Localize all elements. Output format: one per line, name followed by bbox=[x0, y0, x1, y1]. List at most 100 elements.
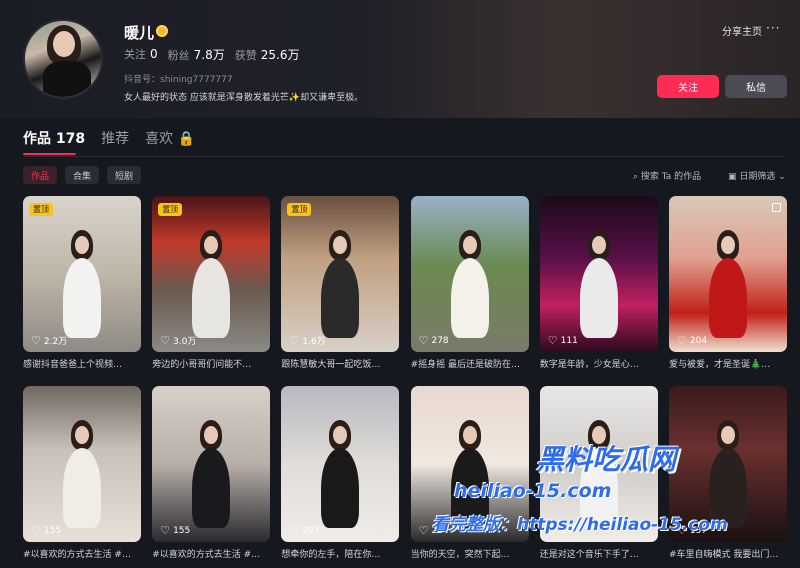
video-card[interactable]: ♡ 278 #摇身摇 最后还是破防在… bbox=[410, 196, 529, 370]
video-title[interactable]: 跟陈慧敏大哥一起吃饭… bbox=[281, 357, 399, 370]
like-count: 204 bbox=[689, 335, 708, 346]
video-thumbnail[interactable]: ♡ 278 bbox=[410, 196, 529, 352]
thumbnail-figure-body bbox=[63, 448, 101, 528]
heart-icon: ♡ bbox=[289, 524, 300, 537]
search-works-button[interactable]: ⌕ 搜索 Ta 的作品 bbox=[633, 169, 701, 182]
like-count: 207 bbox=[302, 525, 320, 536]
likes-label: 获赞 bbox=[234, 49, 257, 62]
like-count: 278 bbox=[431, 335, 449, 346]
video-card[interactable]: ♡ 155 #以喜欢的方式去生活 #… bbox=[152, 386, 271, 560]
avatar[interactable] bbox=[23, 19, 103, 99]
video-title[interactable]: #摇身摇 最后还是破防在… bbox=[411, 357, 529, 370]
like-count: 155 bbox=[173, 525, 191, 536]
thumbnail-figure-face bbox=[721, 236, 735, 254]
profile-bio: 女人最好的状态 应该就是浑身散发着光芒✨却又谦卑至极。 bbox=[124, 93, 364, 103]
video-likes: ♡ 155 bbox=[31, 524, 61, 537]
tab-recommend[interactable]: 推荐 bbox=[101, 128, 129, 148]
thumbnail-figure-face bbox=[591, 426, 606, 444]
video-title[interactable]: #车里自嗨模式 我要出门… bbox=[669, 547, 787, 560]
video-likes: ♡ 111 bbox=[548, 334, 578, 347]
like-count: 155 bbox=[43, 525, 62, 536]
likes-stat: 获赞 25.6万 bbox=[235, 46, 300, 63]
heart-icon: ♡ bbox=[418, 334, 429, 347]
video-card[interactable]: 置顶 ♡ 3.0万旁边的小哥哥们问能不… bbox=[152, 196, 271, 370]
thumbnail-figure-body bbox=[450, 448, 489, 528]
video-thumbnail[interactable]: ♡ 155 bbox=[152, 386, 271, 542]
video-card[interactable]: ♡ 137 #车里自嗨模式 我要出门… bbox=[669, 386, 787, 560]
video-likes: ♡ 137 bbox=[677, 524, 707, 537]
divider bbox=[23, 156, 785, 157]
heart-icon: ♡ bbox=[418, 524, 429, 537]
video-title[interactable]: 数字是年龄，少女是心… bbox=[540, 357, 658, 370]
video-title[interactable]: 当你的天空，突然下起… bbox=[411, 547, 529, 560]
heart-icon: ♡ bbox=[31, 334, 41, 347]
thumbnail-figure-face bbox=[75, 426, 89, 444]
followers-label: 粉丝 bbox=[167, 49, 190, 62]
video-card[interactable]: ♡ 22 当你的天空，突然下起… bbox=[410, 386, 529, 560]
video-likes: ♡ 155 bbox=[160, 524, 190, 537]
thumbnail-figure-body bbox=[192, 258, 231, 338]
video-card[interactable]: ♡ 207 想牵你的左手，陪在你… bbox=[281, 386, 400, 560]
thumbnail-figure-face bbox=[591, 236, 606, 254]
video-likes: ♡ 278 bbox=[419, 334, 449, 347]
following-value: 0 bbox=[150, 47, 158, 61]
chip-short-dramas[interactable]: 短剧 bbox=[107, 166, 142, 184]
video-title[interactable]: 感谢抖音爸爸上个视频… bbox=[23, 357, 141, 370]
video-title[interactable]: #以喜欢的方式去生活 #… bbox=[23, 547, 141, 560]
video-card[interactable]: 置顶 ♡ 2.2万 感谢抖音爸爸上个视频… bbox=[23, 196, 141, 370]
message-button[interactable]: 私信 bbox=[725, 75, 787, 98]
profile-stats: 关注 0 粉丝 7.8万 获赞 25.6万 bbox=[124, 46, 299, 63]
thumbnail-figure-body bbox=[321, 448, 360, 528]
video-title[interactable]: 还是对这个音乐下手了… bbox=[540, 547, 658, 560]
filter-chips: 作品 合集 短剧 bbox=[23, 166, 142, 184]
search-label: 搜索 Ta 的作品 bbox=[640, 172, 702, 182]
video-title[interactable]: 想牵你的左手，陪在你… bbox=[281, 547, 399, 560]
video-card[interactable]: ♡ 194 还是对这个音乐下手了… bbox=[539, 386, 658, 560]
video-thumbnail[interactable]: ♡ 22 bbox=[410, 386, 529, 542]
more-options-button[interactable]: ··· bbox=[766, 21, 780, 35]
video-likes: ♡ 22 bbox=[419, 524, 443, 537]
followers-stat[interactable]: 粉丝 7.8万 bbox=[168, 46, 225, 63]
video-thumbnail[interactable]: 置顶 ♡ 3.0万 bbox=[152, 196, 271, 352]
video-card[interactable]: ♡ 204 爱与被爱，才是圣诞🎄… bbox=[669, 196, 787, 370]
thumbnail-figure-body bbox=[579, 448, 618, 528]
follow-button[interactable]: 关注 bbox=[657, 75, 719, 98]
tab-works[interactable]: 作品 178 bbox=[23, 128, 85, 148]
heart-icon: ♡ bbox=[677, 334, 687, 347]
video-card[interactable]: ♡ 111 数字是年龄，少女是心… bbox=[539, 196, 658, 370]
video-thumbnail[interactable]: 置顶 ♡ 1.6万 bbox=[281, 196, 400, 352]
pinned-badge: 置顶 bbox=[287, 203, 312, 216]
following-label: 关注 bbox=[124, 48, 146, 61]
chip-collections[interactable]: 合集 bbox=[65, 166, 100, 184]
profile-name: 暖儿 bbox=[124, 24, 155, 42]
date-filter-button[interactable]: ▣ 日期筛选 ⌄ bbox=[728, 169, 786, 182]
tab-likes[interactable]: 喜欢 🔒 bbox=[145, 128, 195, 148]
video-thumbnail[interactable]: ♡ 137 bbox=[669, 386, 787, 542]
pinned-badge: 置顶 bbox=[29, 203, 53, 216]
video-title[interactable]: #以喜欢的方式去生活 #… bbox=[152, 547, 270, 560]
following-stat[interactable]: 关注 0 bbox=[124, 46, 158, 63]
thumbnail-figure-body bbox=[709, 258, 747, 338]
thumbnail-figure-face bbox=[75, 236, 89, 254]
video-title[interactable]: 爱与被爱，才是圣诞🎄… bbox=[669, 357, 787, 370]
search-icon: ⌕ bbox=[633, 172, 641, 182]
thumbnail-figure-body bbox=[709, 448, 747, 528]
video-thumbnail[interactable]: ♡ 194 bbox=[539, 386, 658, 542]
pinned-badge: 置顶 bbox=[158, 203, 183, 216]
video-thumbnail[interactable]: 置顶 ♡ 2.2万 bbox=[23, 196, 141, 352]
video-card[interactable]: 置顶 ♡ 1.6万跟陈慧敏大哥一起吃饭… bbox=[281, 196, 400, 370]
video-thumbnail[interactable]: ♡ 155 bbox=[23, 386, 141, 542]
share-button[interactable]: 分享主页 bbox=[722, 23, 762, 38]
like-count: 111 bbox=[560, 335, 578, 346]
heart-icon: ♡ bbox=[547, 334, 558, 347]
thumbnail-figure-body bbox=[579, 258, 618, 338]
video-thumbnail[interactable]: ♡ 111 bbox=[539, 196, 658, 352]
video-thumbnail[interactable]: ♡ 204 bbox=[669, 196, 787, 352]
video-title[interactable]: 旁边的小哥哥们问能不… bbox=[152, 357, 270, 370]
chip-works[interactable]: 作品 bbox=[23, 166, 58, 184]
video-card[interactable]: ♡ 155 #以喜欢的方式去生活 #… bbox=[23, 386, 141, 560]
like-count: 194 bbox=[560, 525, 578, 536]
date-filter-label: 日期筛选 bbox=[739, 172, 776, 182]
avatar-face bbox=[53, 31, 75, 57]
video-thumbnail[interactable]: ♡ 207 bbox=[281, 386, 400, 542]
